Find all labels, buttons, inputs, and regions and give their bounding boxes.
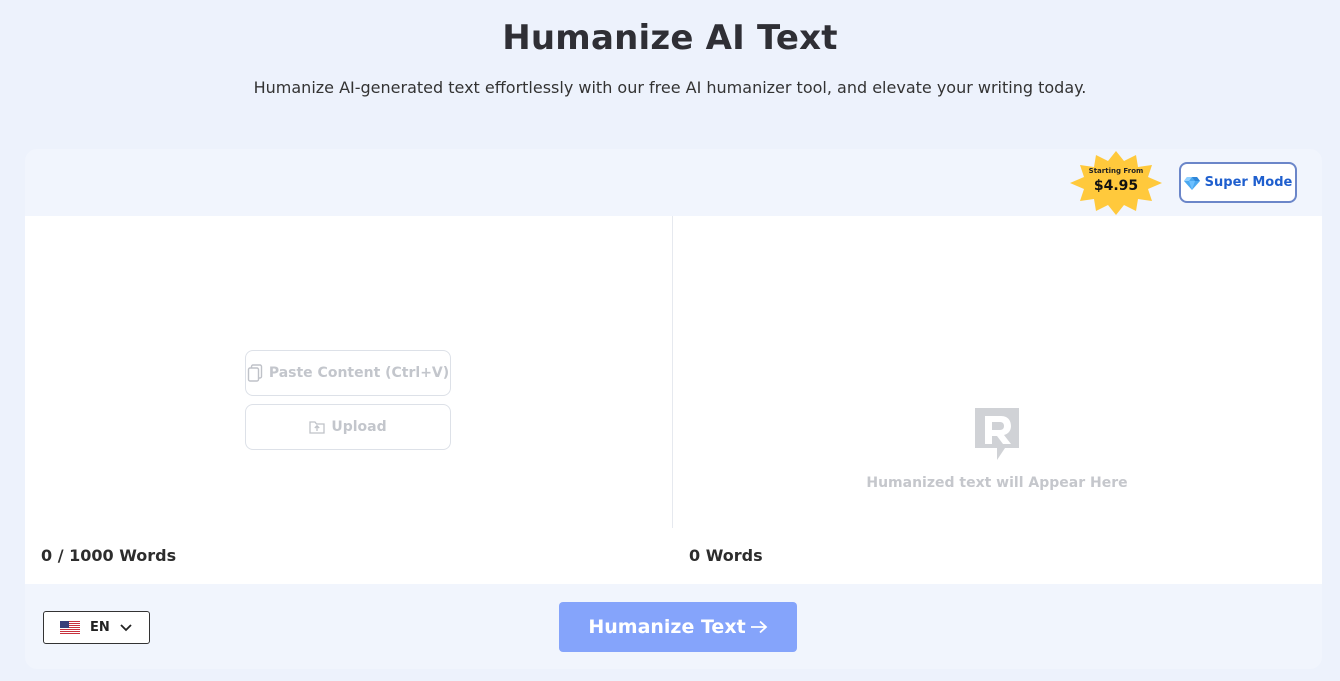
pricing-badge[interactable]: Starting From $4.95 <box>1068 149 1164 217</box>
super-mode-label: Super Mode <box>1204 175 1293 190</box>
language-selected: EN <box>90 620 110 635</box>
page-title: Humanize AI Text <box>502 18 838 58</box>
paste-content-label: Paste Content (Ctrl+V) <box>268 365 450 381</box>
copy-icon <box>247 364 263 382</box>
pricing-badge-label: Starting From <box>1088 167 1144 175</box>
arrow-right-icon <box>750 620 767 634</box>
card-toolbar: Starting From $4.95 Super Mode <box>25 149 1322 216</box>
output-placeholder: Humanized text will Appear Here <box>866 475 1128 491</box>
humanizer-card: Starting From $4.95 Super Mode Paste Con… <box>25 149 1322 669</box>
r-logo-icon <box>975 408 1019 460</box>
pricing-badge-price: $4.95 <box>1093 178 1139 194</box>
chevron-down-icon <box>120 623 132 631</box>
upload-folder-icon <box>309 421 326 434</box>
text-panels: Paste Content (Ctrl+V) Upload 0 / 1000 W… <box>25 216 1322 584</box>
diamond-icon <box>1183 176 1200 190</box>
humanize-text-label: Humanize Text <box>588 616 746 638</box>
super-mode-button[interactable]: Super Mode <box>1179 162 1297 203</box>
paste-content-button[interactable]: Paste Content (Ctrl+V) <box>245 350 451 396</box>
humanize-text-button[interactable]: Humanize Text <box>559 602 797 652</box>
us-flag-icon <box>60 621 80 634</box>
page-subtitle: Humanize AI-generated text effortlessly … <box>253 78 1087 97</box>
upload-button[interactable]: Upload <box>245 404 451 450</box>
language-select[interactable]: EN <box>43 611 150 644</box>
output-word-count: 0 Words <box>689 546 763 565</box>
upload-label: Upload <box>331 419 387 435</box>
input-word-count: 0 / 1000 Words <box>41 546 177 565</box>
